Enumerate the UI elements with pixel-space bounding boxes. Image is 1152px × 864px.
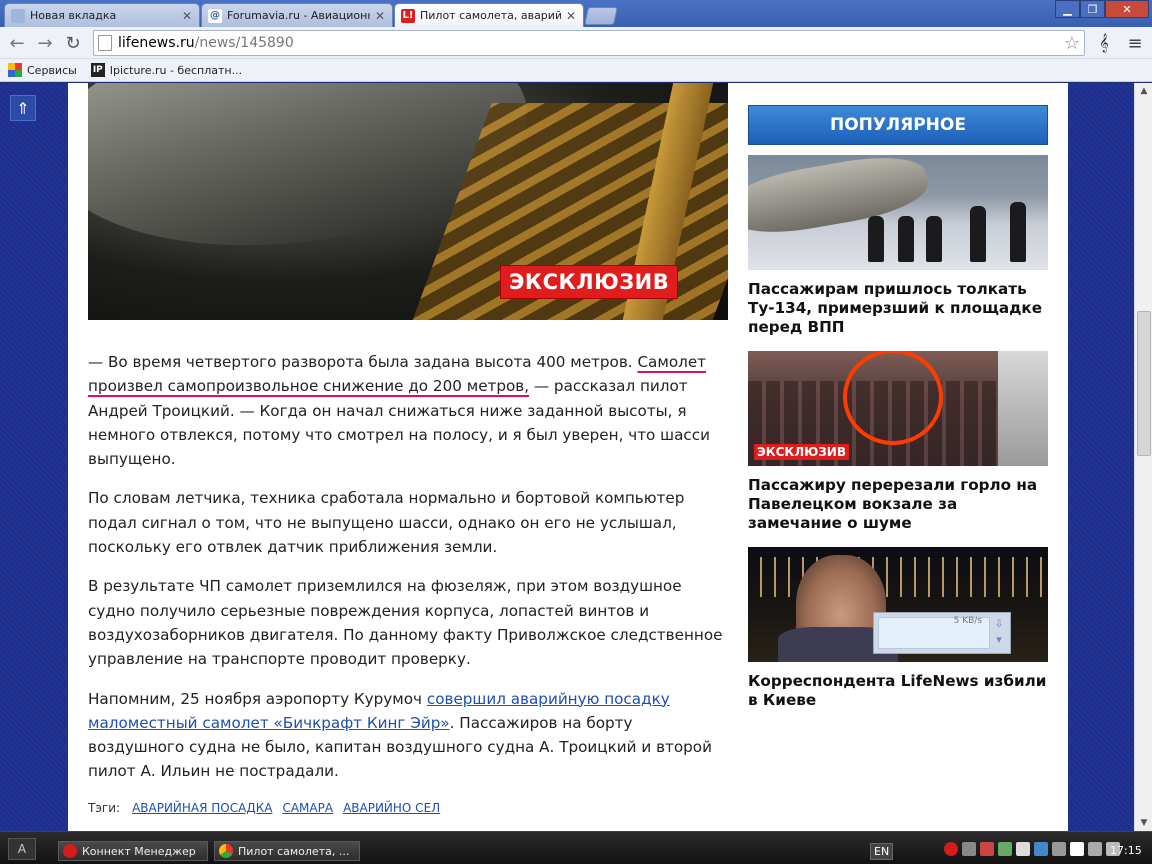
tray-app-icon[interactable] [1052,842,1066,856]
back-arrow-icon[interactable]: ← [6,33,28,54]
new-tab-button[interactable] [584,7,618,25]
close-window-icon[interactable]: ✕ [1105,0,1149,18]
person-silhouette [970,206,986,262]
text-run: Напомним, 25 ноября аэропорту Курумоч [88,689,427,708]
page-content: ЭКСКЛЮЗИВ — Во время четвертого разворот… [68,83,1068,831]
exclusive-badge: ЭКСКЛЮЗИВ [754,444,849,460]
language-indicator[interactable]: EN [870,843,894,860]
opera-tray-icon[interactable] [944,842,958,856]
tab-close-icon[interactable]: ✕ [565,9,577,23]
download-arrow-icon: ⇩ ▾ [994,617,1004,646]
taskbar-item-label: Коннект Менеджер [82,844,196,858]
forumavia-favicon-icon: @ [208,8,222,23]
bookmark-ipicture[interactable]: IP Ipicture.ru - бесплатн... [90,63,243,77]
address-bar[interactable]: lifenews.ru /news/145890 ☆ [93,30,1085,56]
person-silhouette [1010,202,1026,262]
article-body: — Во время четвертого разворота была зад… [88,350,728,799]
page-icon [98,35,112,51]
popular-item[interactable]: Пассажирам пришлось толкать Ту-134, прим… [748,155,1048,337]
tab-close-icon[interactable]: ✕ [374,9,386,23]
tag-link[interactable]: АВАРИЙНО СЕЛ [343,801,440,815]
popular-item-thumbnail[interactable] [748,155,1048,270]
highlight-circle [843,351,943,445]
popular-item-title[interactable]: Пассажирам пришлось толкать Ту-134, прим… [748,280,1048,337]
minimize-icon[interactable]: ▁ [1055,0,1080,18]
opera-icon [63,844,77,858]
network-icon[interactable] [962,842,976,856]
forward-arrow-icon[interactable]: → [34,33,56,54]
tab-new-tab[interactable]: Новая вкладка ✕ [4,3,200,27]
page-viewport: ⇑ ЭКСКЛЮЗИВ — Во время четвертого развор… [0,83,1134,831]
tag-link[interactable]: САМАРА [282,801,333,815]
apps-grid-icon [8,63,22,77]
tab-title: Forumavia.ru - Авиационны [227,9,370,22]
browser-tab-strip: Новая вкладка ✕ @ Forumavia.ru - Авиацио… [0,0,1152,27]
url-host: lifenews.ru [118,35,195,51]
tray-app-icon[interactable] [1034,842,1048,856]
browser-toolbar: ← → ↻ lifenews.ru /news/145890 ☆ 𝄞 ≡ [0,27,1152,59]
article-tags: Тэги: АВАРИЙНАЯ ПОСАДКА САМАРА АВАРИЙНО … [88,801,440,815]
person-silhouette [898,216,914,262]
person-silhouette [926,216,942,262]
person-silhouette [868,216,884,262]
tag-link[interactable]: АВАРИЙНАЯ ПОСАДКА [132,801,272,815]
url-path: /news/145890 [194,35,294,51]
clock[interactable]: 17:15 [1110,844,1142,857]
tray-app-icon[interactable] [1016,842,1030,856]
window-light [998,351,1048,466]
lifenews-favicon-icon: L! [401,8,415,23]
scrollbar-thumb[interactable] [1137,311,1151,456]
tab-forumavia[interactable]: @ Forumavia.ru - Авиационны ✕ [201,3,393,27]
bookmark-star-icon[interactable]: ☆ [1064,33,1080,54]
article-paragraph-4: Напомним, 25 ноября аэропорту Курумоч со… [88,687,728,784]
tab-close-icon[interactable]: ✕ [181,9,193,23]
tab-title: Пилот самолета, аварийно [420,9,561,22]
tray-app-icon[interactable] [1070,842,1084,856]
text-run: — Во время четвертого разворота была зад… [88,353,638,371]
popular-section-header: ПОПУЛЯРНОЕ [748,105,1048,145]
antivirus-icon[interactable] [980,842,994,856]
taskbar-item-connect-manager[interactable]: Коннект Менеджер [58,841,208,861]
popular-item[interactable]: ЭКСКЛЮЗИВ Пассажиру перерезали горло на … [748,351,1048,533]
article-hero-image: ЭКСКЛЮЗИВ [88,83,728,320]
scroll-up-icon[interactable]: ▲ [1135,83,1152,99]
tab-title: Новая вкладка [30,9,117,22]
blank-page-icon [11,8,25,23]
download-speed-widget[interactable]: 5 KB/s ⇩ ▾ [873,612,1011,654]
bookmark-label: Сервисы [27,63,77,77]
popular-item-thumbnail[interactable]: ЭКСКЛЮЗИВ [748,351,1048,466]
reload-icon[interactable]: ↻ [62,33,84,54]
bookmarks-bar: Сервисы IP Ipicture.ru - бесплатн... [0,59,1152,82]
city-lights [748,557,1048,597]
popular-item-title[interactable]: Пассажиру перерезали горло на Павелецком… [748,476,1048,533]
vertical-scrollbar[interactable]: ▲ ▼ [1134,83,1152,831]
bookmark-services[interactable]: Сервисы [8,63,77,77]
extension-icon[interactable]: 𝄞 [1093,33,1115,53]
tags-label: Тэги: [88,801,121,815]
popular-item-title[interactable]: Корреспондента LifeNews избили в Киеве [748,672,1048,710]
article-paragraph-3: В результате ЧП самолет приземлился на ф… [88,577,723,669]
ipicture-icon: IP [90,63,105,77]
chrome-icon [219,844,233,858]
taskbar-item-chrome[interactable]: Пилот самолета, ... [214,841,360,861]
taskbar-item-label: Пилот самолета, ... [238,844,350,858]
tab-lifenews-article[interactable]: L! Пилот самолета, аварийно ✕ [394,3,584,27]
scroll-to-top-icon[interactable]: ⇑ [10,95,36,121]
windows-taskbar: A Коннект Менеджер Пилот самолета, ... E… [0,831,1152,864]
start-button[interactable]: A [8,838,36,860]
bookmark-label: Ipicture.ru - бесплатн... [109,63,243,77]
volume-icon[interactable] [1088,842,1102,856]
scroll-down-icon[interactable]: ▼ [1135,815,1152,831]
exclusive-badge: ЭКСКЛЮЗИВ [500,265,679,299]
article-paragraph-2: По словам летчика, техника сработала нор… [88,489,685,557]
download-speed-value: 5 KB/s [953,616,982,626]
tray-app-icon[interactable] [998,842,1012,856]
maximize-icon[interactable]: ❐ [1080,0,1105,18]
article-paragraph-1: — Во время четвертого разворота была зад… [88,350,728,471]
menu-icon[interactable]: ≡ [1124,33,1146,54]
system-tray [944,842,1120,856]
